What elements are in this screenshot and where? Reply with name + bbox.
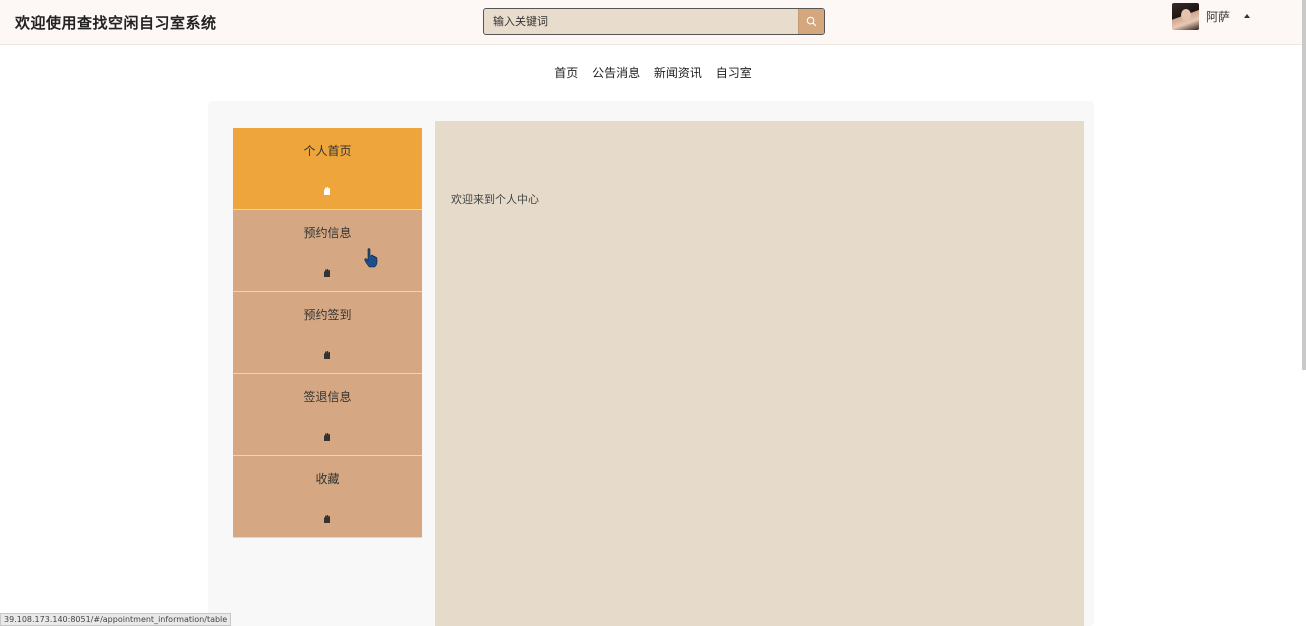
scrollbar[interactable] bbox=[1302, 0, 1306, 370]
search-input[interactable] bbox=[484, 9, 799, 34]
search-button[interactable] bbox=[798, 9, 824, 34]
sidebar: 个人首页 预约信息 预约签到 签退信息 收藏 bbox=[233, 128, 422, 538]
hand-icon bbox=[324, 433, 330, 441]
status-bar-url: 39.108.173.140:8051/#/appointment_inform… bbox=[0, 613, 232, 626]
nav-item-news[interactable]: 新闻资讯 bbox=[654, 64, 702, 81]
sidebar-item-label: 预约签到 bbox=[303, 308, 352, 322]
nav-item-announcements[interactable]: 公告消息 bbox=[592, 64, 640, 81]
user-name[interactable]: 阿萨 bbox=[1206, 8, 1230, 25]
sidebar-item-appointment-info[interactable]: 预约信息 bbox=[233, 210, 422, 292]
sidebar-item-favorites[interactable]: 收藏 bbox=[233, 456, 422, 538]
caret-up-icon[interactable] bbox=[1244, 14, 1251, 18]
main-nav: 首页 公告消息 新闻资讯 自习室 bbox=[0, 64, 1306, 81]
hand-icon bbox=[324, 269, 330, 277]
top-header: 欢迎使用查找空闲自习室系统 阿萨 bbox=[0, 0, 1306, 45]
welcome-text: 欢迎来到个人中心 bbox=[451, 193, 539, 206]
sidebar-item-label: 预约信息 bbox=[303, 226, 352, 240]
sidebar-item-label: 签退信息 bbox=[303, 390, 352, 404]
nav-item-home[interactable]: 首页 bbox=[554, 64, 578, 81]
sidebar-item-checkout-info[interactable]: 签退信息 bbox=[233, 374, 422, 456]
search-box bbox=[483, 8, 825, 35]
user-menu[interactable]: 阿萨 bbox=[1172, 2, 1251, 30]
sidebar-item-label: 个人首页 bbox=[303, 144, 352, 158]
sidebar-item-appointment-checkin[interactable]: 预约签到 bbox=[233, 292, 422, 374]
hand-icon bbox=[324, 515, 330, 523]
avatar[interactable] bbox=[1172, 2, 1199, 30]
site-title: 欢迎使用查找空闲自习室系统 bbox=[15, 14, 217, 32]
sidebar-item-personal-home[interactable]: 个人首页 bbox=[233, 128, 422, 210]
search-icon bbox=[806, 16, 817, 27]
nav-item-study-rooms[interactable]: 自习室 bbox=[716, 64, 752, 81]
hand-icon bbox=[324, 351, 330, 359]
sidebar-item-label: 收藏 bbox=[315, 472, 340, 486]
hand-icon bbox=[324, 187, 330, 195]
main-content: 欢迎来到个人中心 bbox=[435, 121, 1084, 626]
pointer-cursor-icon bbox=[364, 248, 378, 268]
